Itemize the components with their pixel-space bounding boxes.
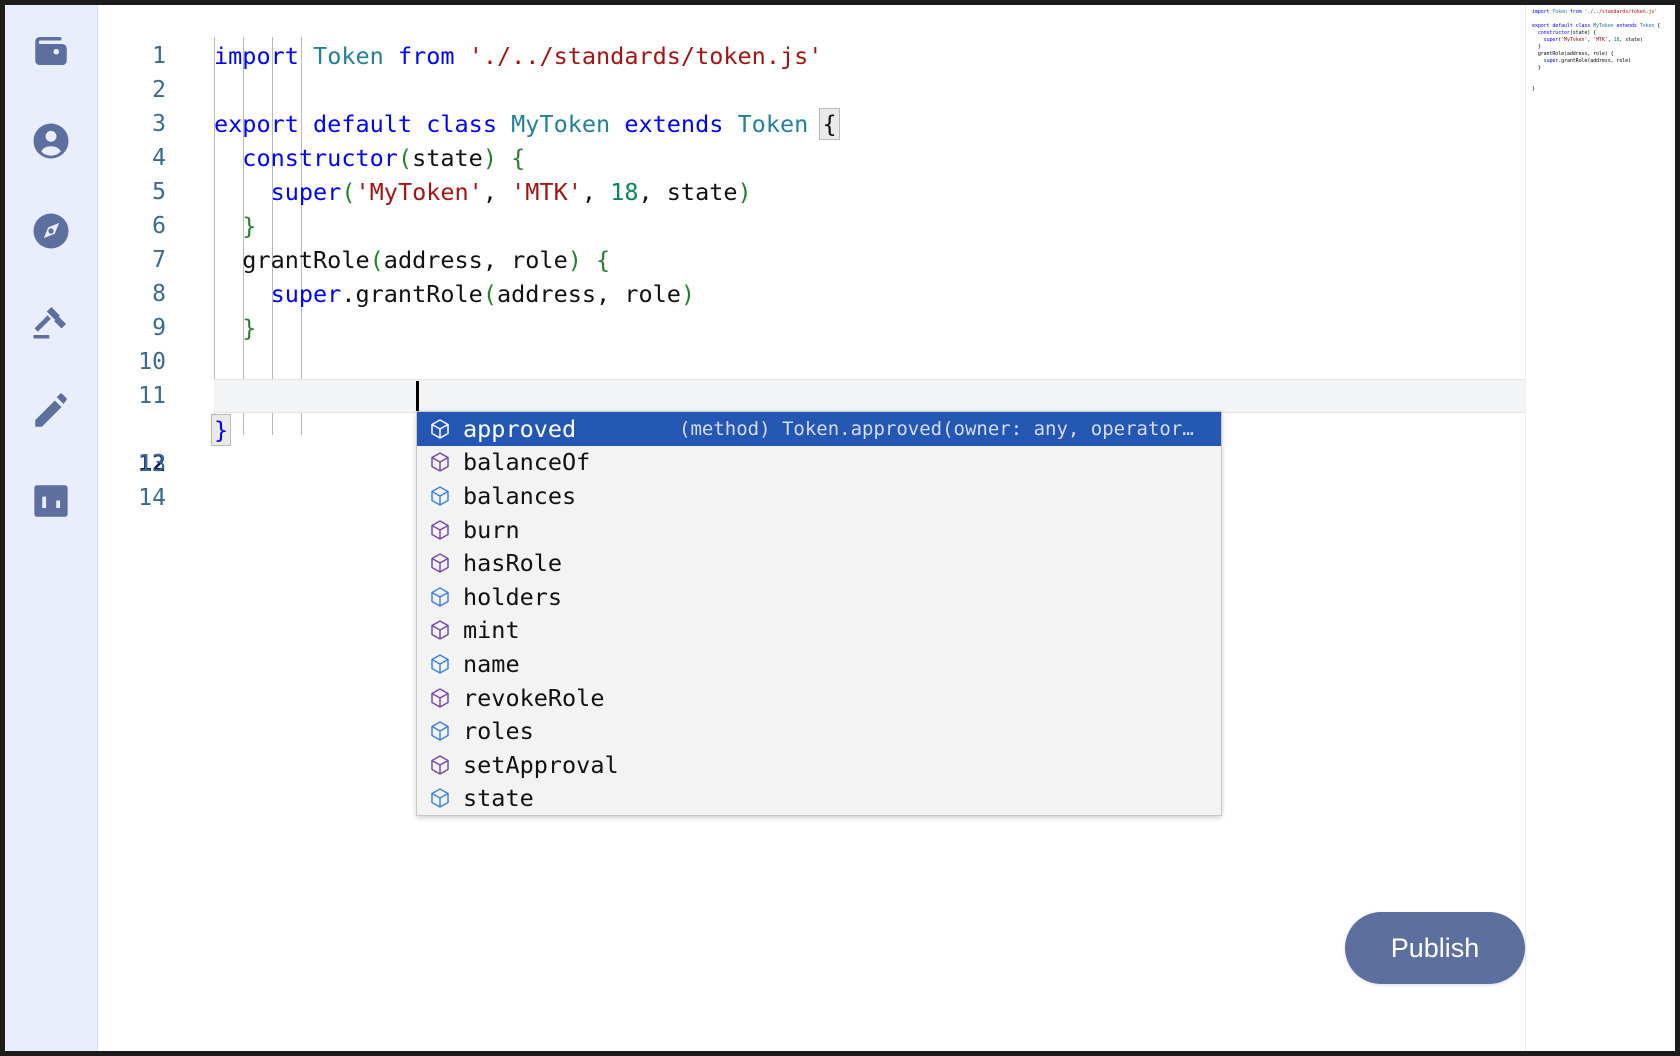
minimap-line: super('MyToken', 'MTK', 18, state)	[1543, 37, 1643, 43]
autocomplete-item-roles[interactable]: roles	[417, 714, 1221, 748]
autocomplete-item-label: balanceOf	[463, 448, 591, 477]
cube-purple-icon	[427, 416, 453, 442]
publish-button[interactable]: Publish	[1345, 912, 1525, 984]
sidebar-item-account[interactable]	[27, 117, 75, 165]
code-line[interactable]: 10 }	[98, 311, 1675, 375]
code-line[interactable]: 5 constructor(state) {	[98, 141, 1675, 205]
minimap-line	[1532, 79, 1670, 86]
cube-purple-icon	[427, 752, 453, 778]
cube-blue-icon	[427, 584, 453, 610]
code-line[interactable]: 2 import Token from './../standards/toke…	[98, 39, 1675, 103]
sidebar-item-wallet[interactable]	[27, 27, 75, 75]
sidebar-rail	[5, 5, 98, 1051]
line-content: super.grantRole(address, role)	[270, 280, 696, 308]
autocomplete-item-holders[interactable]: holders	[417, 580, 1221, 614]
autocomplete-item-label: balances	[463, 481, 577, 510]
bracket-match-open: {	[819, 108, 840, 140]
text-cursor	[416, 381, 419, 411]
cube-blue-icon	[427, 483, 453, 509]
line-content	[214, 379, 242, 413]
active-line-highlight	[214, 379, 1675, 413]
cube-purple-icon	[427, 617, 453, 643]
cube-blue-icon	[427, 785, 453, 811]
autocomplete-popup[interactable]: approved (method) Token.approved(owner: …	[416, 411, 1222, 817]
cube-purple-icon	[427, 449, 453, 475]
autocomplete-item-revokeRole[interactable]: revokeRole	[417, 681, 1221, 715]
minimap-line: super.grantRole(address, role)	[1543, 58, 1631, 64]
sidebar-item-governance[interactable]	[27, 297, 75, 345]
autocomplete-item-name[interactable]: name	[417, 647, 1221, 681]
autocomplete-item-approved[interactable]: approved (method) Token.approved(owner: …	[417, 412, 1221, 446]
minimap-line: export default class MyToken extends Tok…	[1532, 23, 1661, 29]
minimap[interactable]: import Token from './../standards/token.…	[1525, 5, 1675, 1051]
code-line[interactable]: 8 grantRole(address, role) {	[98, 243, 1675, 307]
autocomplete-item-mint[interactable]: mint	[417, 614, 1221, 648]
line-content: import Token from './../standards/token.…	[214, 42, 823, 70]
gavel-icon	[30, 300, 72, 342]
autocomplete-item-balanceOf[interactable]: balanceOf	[417, 446, 1221, 480]
code-line[interactable]: 9 super.grantRole(address, role)	[98, 277, 1675, 341]
autocomplete-item-detail: (method) Token.approved(owner: any, oper…	[679, 417, 1194, 440]
minimap-line: import Token from './../standards/token.…	[1532, 9, 1658, 15]
code-line[interactable]: 4 export default class MyToken extends T…	[98, 107, 1675, 171]
minimap-line: }	[1532, 65, 1541, 71]
minimap-line	[1532, 72, 1670, 79]
line-content: }	[242, 212, 257, 240]
autocomplete-item-label: approved	[463, 414, 577, 443]
code-line[interactable]: 1	[98, 5, 1675, 69]
cube-purple-icon	[427, 517, 453, 543]
pencil-icon	[30, 390, 72, 432]
autocomplete-item-setApproval[interactable]: setApproval	[417, 748, 1221, 782]
code-editor[interactable]: 1 2 import Token from './../standards/to…	[98, 5, 1675, 1051]
cube-blue-icon	[427, 718, 453, 744]
line-content: }	[242, 314, 257, 342]
cube-blue-icon	[427, 651, 453, 677]
line-content: }	[210, 413, 232, 447]
minimap-content: import Token from './../standards/token.…	[1532, 9, 1670, 93]
code-line[interactable]: 7 }	[98, 209, 1675, 273]
code-line-active[interactable]: 12	[98, 379, 1675, 477]
code-line[interactable]: 11	[98, 345, 1675, 409]
autocomplete-item-label: revokeRole	[463, 683, 605, 712]
minimap-line: grantRole(address, role) {	[1532, 51, 1614, 57]
code-line[interactable]: 6 super('MyToken', 'MTK', 18, state)	[98, 175, 1675, 239]
line-content: export default class MyToken extends Tok…	[214, 108, 840, 140]
account-circle-icon	[30, 120, 72, 162]
minimap-line	[1532, 16, 1670, 23]
autocomplete-item-label: holders	[463, 582, 563, 611]
autocomplete-item-label: name	[463, 649, 520, 678]
sidebar-item-explore[interactable]	[27, 207, 75, 255]
line-number: 14	[138, 485, 166, 511]
line-content: super('MyToken', 'MTK', 18, state)	[270, 178, 752, 206]
autocomplete-item-label: state	[463, 784, 534, 813]
minimap-line: }	[1532, 86, 1535, 92]
autocomplete-item-label: setApproval	[463, 750, 619, 779]
editor-window: 1 2 import Token from './../standards/to…	[0, 0, 1680, 1056]
sidebar-item-stats[interactable]	[27, 477, 75, 525]
cube-purple-icon	[427, 685, 453, 711]
minimap-line: constructor(state) {	[1537, 30, 1597, 36]
autocomplete-item-hasRole[interactable]: hasRole	[417, 546, 1221, 580]
autocomplete-item-label: mint	[463, 616, 520, 645]
autocomplete-item-state[interactable]: state	[417, 782, 1221, 816]
autocomplete-item-label: burn	[463, 515, 520, 544]
autocomplete-item-label: roles	[463, 717, 534, 746]
autocomplete-item-burn[interactable]: burn	[417, 513, 1221, 547]
autocomplete-item-label: hasRole	[463, 549, 563, 578]
bracket-match-close: }	[210, 414, 232, 446]
code-line[interactable]: 3	[98, 73, 1675, 137]
sidebar-item-editor[interactable]	[27, 387, 75, 435]
line-content: constructor(state) {	[242, 144, 526, 172]
cube-purple-icon	[427, 550, 453, 576]
compass-icon	[30, 210, 72, 252]
minimap-line: }	[1532, 44, 1541, 50]
line-content: grantRole(address, role) {	[242, 246, 611, 274]
wallet-icon	[30, 30, 72, 72]
bar-chart-icon	[30, 480, 72, 522]
autocomplete-item-balances[interactable]: balances	[417, 479, 1221, 513]
